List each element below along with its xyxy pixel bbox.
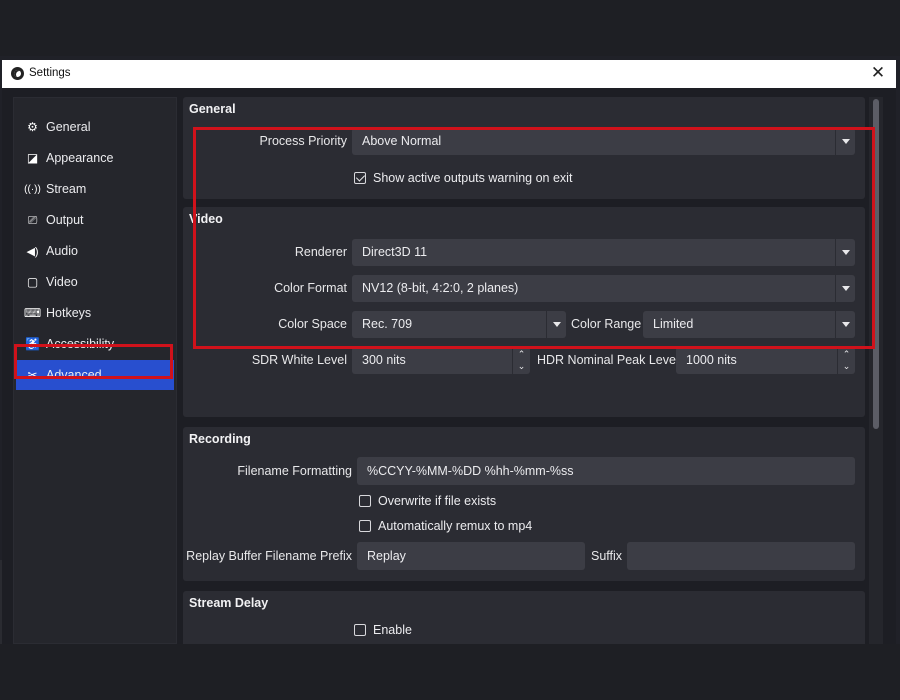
color-space-select[interactable]: Rec. 709 <box>352 311 566 338</box>
group-title-stream-delay: Stream Delay <box>189 596 269 610</box>
settings-sidebar: ⚙ General ◪ Appearance ((·)) Stream ⎚ Ou… <box>13 97 177 644</box>
remux-label: Automatically remux to mp4 <box>378 519 533 533</box>
chevron-down-icon <box>546 311 566 338</box>
output-icon: ⎚ <box>27 212 38 227</box>
sidebar-item-stream[interactable]: ((·)) Stream <box>16 174 174 204</box>
filename-formatting-label: Filename Formatting <box>237 464 352 478</box>
spin-buttons: ⌃ ⌄ <box>837 347 855 374</box>
chevron-down-icon <box>835 128 855 155</box>
sidebar-item-label: Advanced <box>46 368 102 382</box>
chevron-down-icon[interactable]: ⌄ <box>842 362 851 371</box>
content-scrollbar[interactable] <box>869 97 883 644</box>
chevron-down-icon <box>835 311 855 338</box>
suffix-label: Suffix <box>591 549 623 563</box>
tools-icon: ✂ <box>27 368 38 382</box>
group-title-general: General <box>189 102 236 116</box>
sidebar-item-hotkeys[interactable]: ⌨ Hotkeys <box>16 298 174 328</box>
checkbox-icon <box>359 520 371 532</box>
close-icon[interactable]: ✕ <box>868 63 888 83</box>
color-space-label: Color Space <box>278 317 347 331</box>
window-title: Settings <box>29 67 71 79</box>
renderer-select[interactable]: Direct3D 11 <box>352 239 855 266</box>
video-group: Video Renderer Direct3D 11 Color Format … <box>183 207 865 417</box>
process-priority-select[interactable]: Above Normal <box>352 128 855 155</box>
suffix-input[interactable] <box>627 542 855 570</box>
color-range-label: Color Range <box>571 317 642 331</box>
general-group: General Process Priority Above Normal Sh… <box>183 97 865 199</box>
stream-delay-enable-label: Enable <box>373 623 412 637</box>
sidebar-item-label: Audio <box>46 244 78 258</box>
color-format-select[interactable]: NV12 (8-bit, 4:2:0, 2 planes) <box>352 275 855 302</box>
hdr-peak-level-value: 1000 nits <box>686 353 737 367</box>
process-priority-value: Above Normal <box>362 134 442 148</box>
group-title-recording: Recording <box>189 432 251 446</box>
sidebar-item-advanced[interactable]: ✂ Advanced <box>16 360 174 390</box>
process-priority-label: Process Priority <box>259 134 347 148</box>
show-warning-checkbox[interactable]: Show active outputs warning on exit <box>354 171 572 185</box>
chevron-up-icon[interactable]: ⌃ <box>842 350 851 359</box>
speaker-icon: ◀) <box>26 245 39 258</box>
keyboard-icon: ⌨ <box>23 306 42 320</box>
sidebar-item-label: Appearance <box>46 151 114 165</box>
sidebar-item-label: Stream <box>46 182 87 196</box>
color-range-select[interactable]: Limited <box>643 311 855 338</box>
scrollbar-thumb[interactable] <box>873 99 879 429</box>
settings-content: General Process Priority Above Normal Sh… <box>183 97 865 644</box>
accessibility-icon: ♿ <box>25 337 40 351</box>
replay-prefix-label: Replay Buffer Filename Prefix <box>186 549 352 563</box>
checkbox-icon <box>354 624 366 636</box>
color-format-label: Color Format <box>274 281 347 295</box>
filename-formatting-input[interactable]: %CCYY-%MM-%DD %hh-%mm-%ss <box>357 457 855 485</box>
remux-checkbox[interactable]: Automatically remux to mp4 <box>359 519 532 533</box>
sidebar-item-label: Output <box>46 213 84 227</box>
renderer-value: Direct3D 11 <box>362 245 428 259</box>
checkbox-icon <box>359 495 371 507</box>
sdr-white-level-spinbox[interactable]: 300 nits ⌃ ⌄ <box>352 347 530 374</box>
antenna-icon: ((·)) <box>24 183 41 195</box>
sidebar-item-accessibility[interactable]: ♿ Accessibility <box>16 329 174 359</box>
sidebar-item-video[interactable]: ▢ Video <box>16 267 174 297</box>
color-space-value: Rec. 709 <box>362 317 413 331</box>
sdr-white-level-label: SDR White Level <box>251 353 347 367</box>
overwrite-checkbox[interactable]: Overwrite if file exists <box>359 494 496 508</box>
renderer-label: Renderer <box>294 245 347 259</box>
hdr-peak-level-spinbox[interactable]: 1000 nits ⌃ ⌄ <box>676 347 855 374</box>
chevron-up-icon[interactable]: ⌃ <box>517 350 526 359</box>
show-warning-label: Show active outputs warning on exit <box>373 171 573 185</box>
recording-group: Recording Filename Formatting %CCYY-%MM-… <box>183 427 865 581</box>
color-range-value: Limited <box>653 317 694 331</box>
settings-window: Settings ✕ ⚙ General ◪ Appearance ((·)) … <box>2 60 896 644</box>
sdr-white-level-value: 300 nits <box>362 353 406 367</box>
sidebar-item-output[interactable]: ⎚ Output <box>16 205 174 235</box>
background-bottom <box>0 644 900 700</box>
sidebar-item-audio[interactable]: ◀) Audio <box>16 236 174 266</box>
replay-prefix-input[interactable]: Replay <box>357 542 585 570</box>
monitor-icon: ▢ <box>26 275 39 289</box>
sidebar-item-label: Hotkeys <box>46 306 92 320</box>
stream-delay-group: Stream Delay Enable <box>183 591 865 644</box>
filename-formatting-value: %CCYY-%MM-%DD %hh-%mm-%ss <box>367 464 574 478</box>
group-title-video: Video <box>189 212 223 226</box>
chevron-down-icon <box>835 239 855 266</box>
replay-prefix-value: Replay <box>367 549 406 563</box>
overwrite-label: Overwrite if file exists <box>378 494 497 508</box>
chevron-down-icon[interactable]: ⌄ <box>517 362 526 371</box>
hdr-peak-level-label: HDR Nominal Peak Level <box>537 353 679 367</box>
sidebar-item-label: General <box>46 120 91 134</box>
sidebar-item-general[interactable]: ⚙ General <box>16 112 174 142</box>
chevron-down-icon <box>835 275 855 302</box>
sidebar-item-label: Accessibility <box>46 337 115 351</box>
spin-buttons: ⌃ ⌄ <box>512 347 530 374</box>
stream-delay-enable-checkbox[interactable]: Enable <box>354 623 412 637</box>
background-top <box>0 0 900 56</box>
checkbox-checked-icon <box>354 172 366 184</box>
sidebar-item-label: Video <box>46 275 78 289</box>
gear-icon: ⚙ <box>27 120 38 134</box>
appearance-icon: ◪ <box>26 151 39 165</box>
title-bar: Settings ✕ <box>2 60 896 88</box>
color-format-value: NV12 (8-bit, 4:2:0, 2 planes) <box>362 281 519 295</box>
obs-logo-icon <box>11 67 24 80</box>
sidebar-item-appearance[interactable]: ◪ Appearance <box>16 143 174 173</box>
